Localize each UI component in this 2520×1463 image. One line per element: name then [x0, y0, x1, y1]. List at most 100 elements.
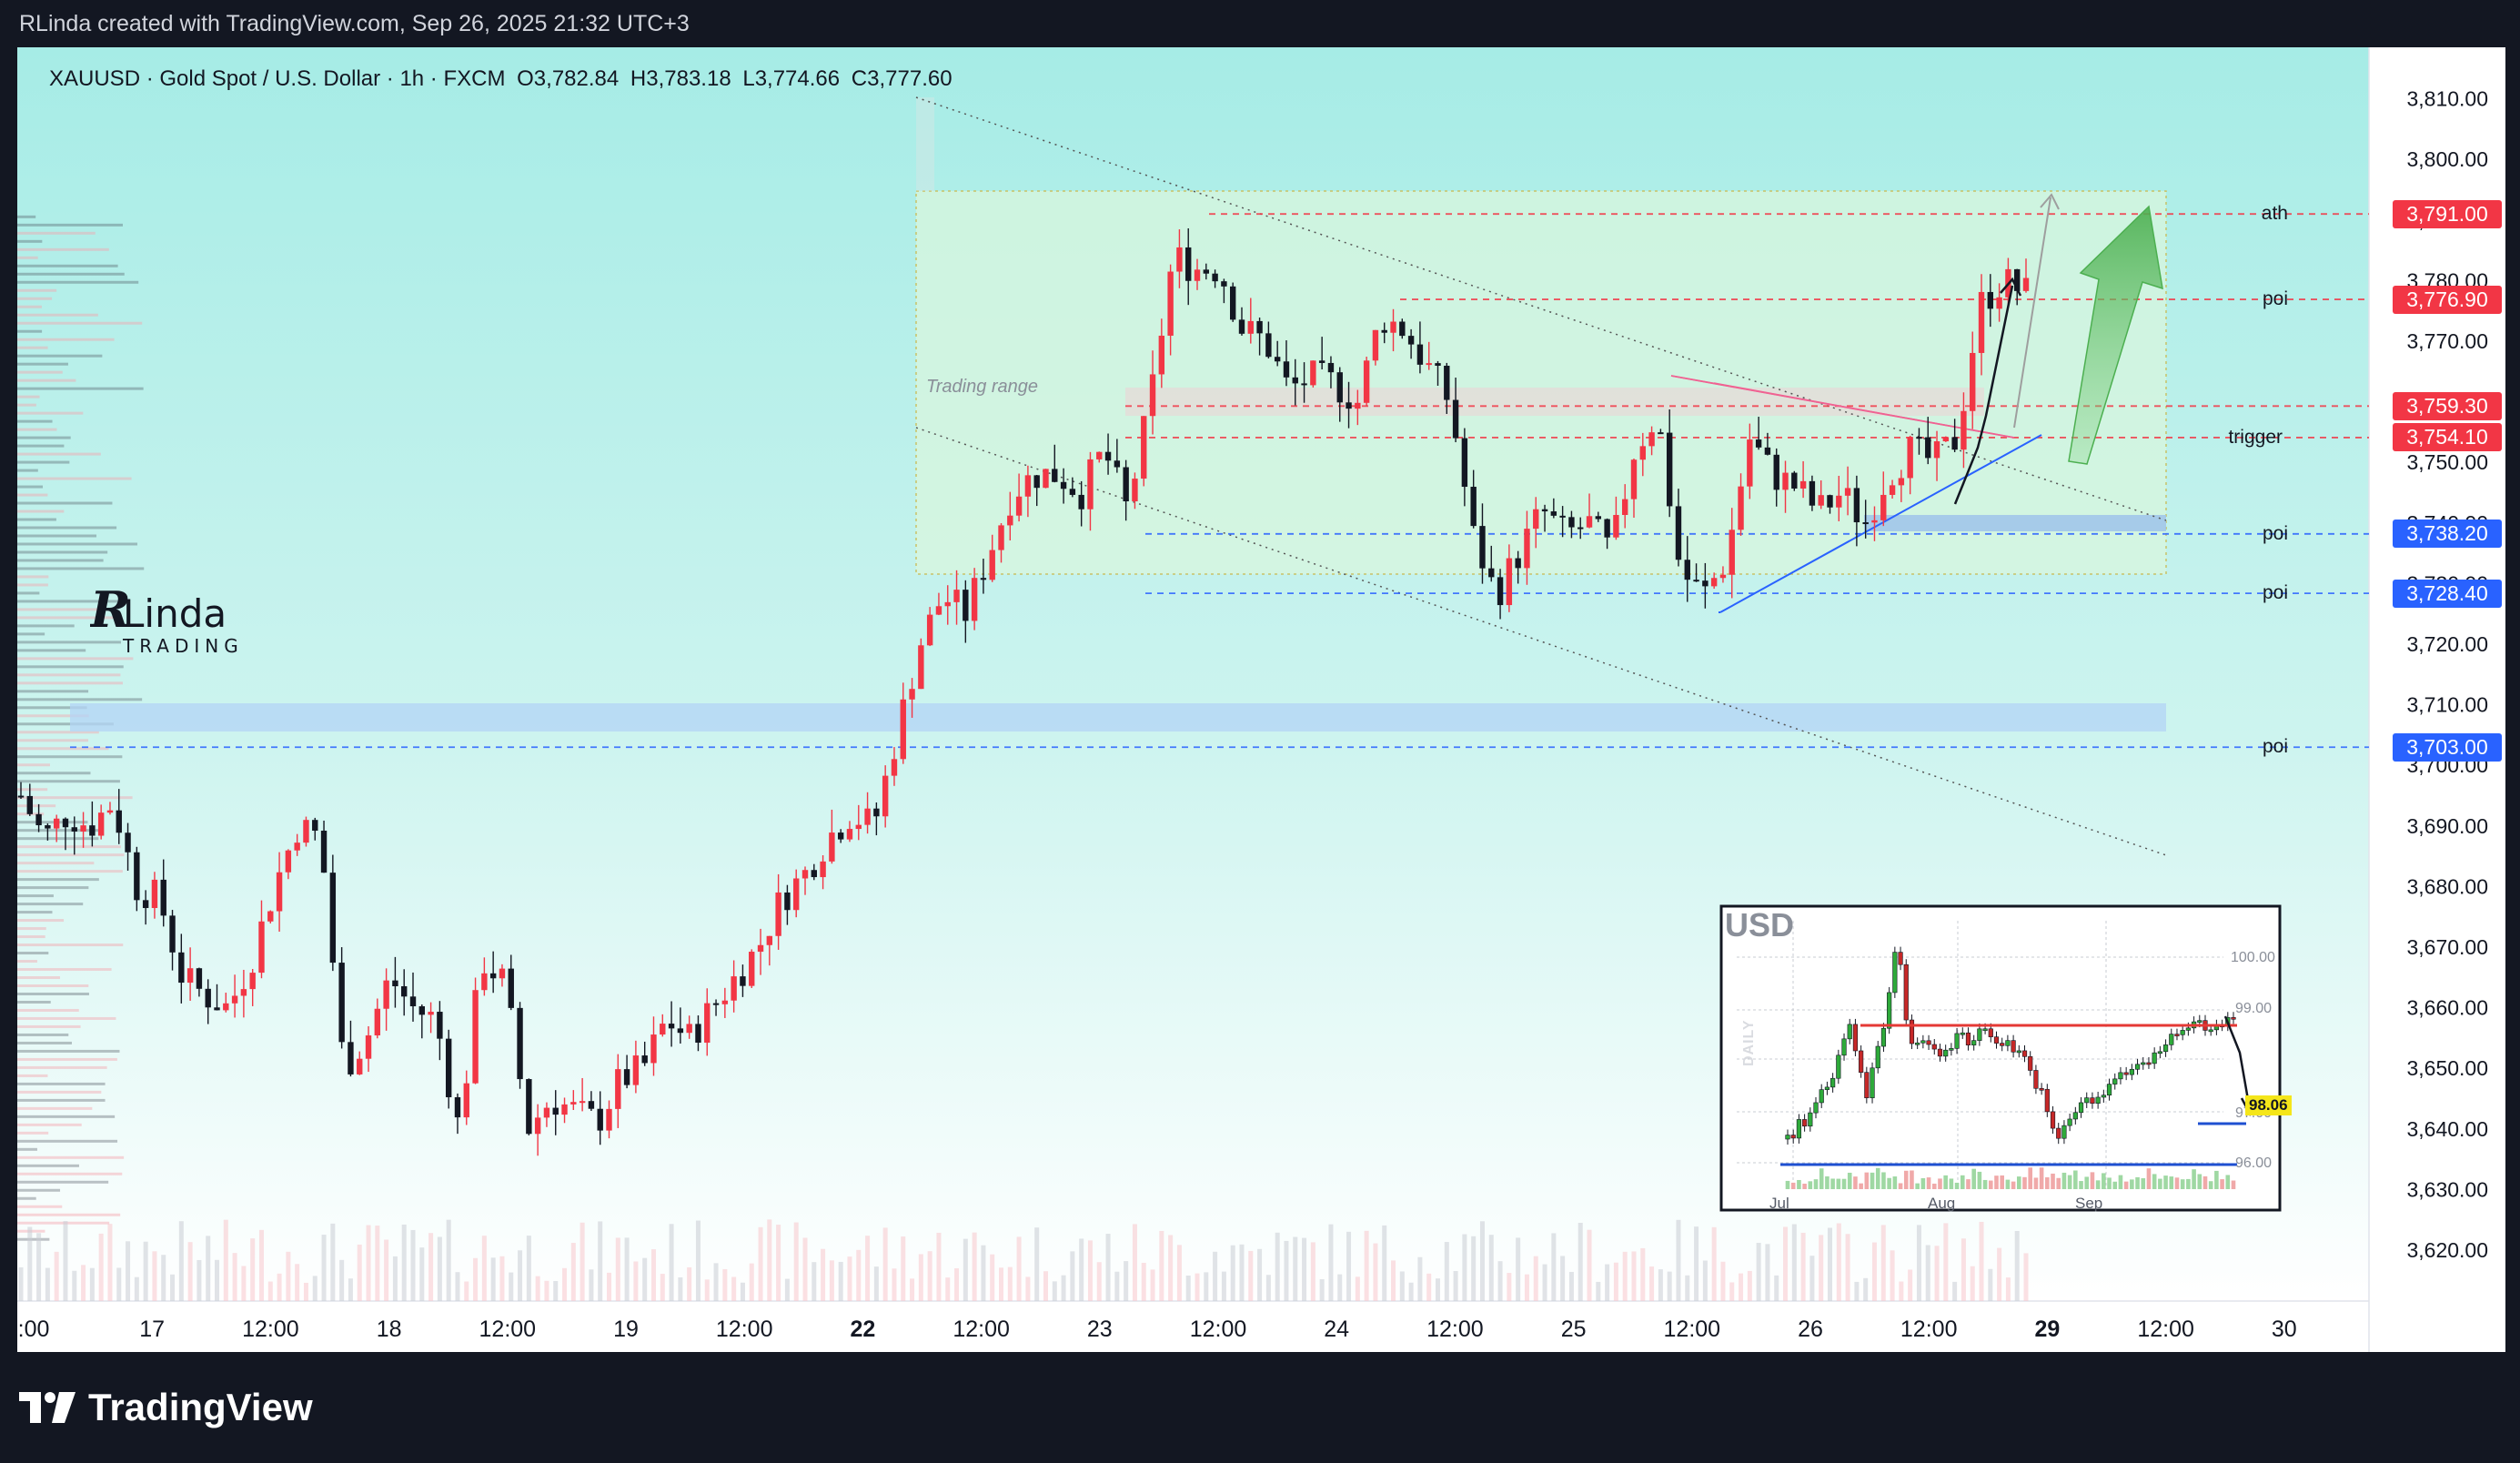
inset-volume-bar [2061, 1172, 2067, 1189]
candle-body [1167, 271, 1174, 336]
volume-profile-row [17, 952, 49, 955]
inset-candle-body [1937, 1048, 1943, 1057]
volume-profile-row [17, 452, 101, 456]
volume-profile-row [17, 215, 36, 218]
volume-bar [1658, 1269, 1663, 1301]
volume-profile-row [17, 264, 118, 267]
candle-body [677, 1028, 684, 1034]
volume-bar [901, 1236, 906, 1301]
chart-frame[interactable]: 3,810.003,800.003,790.003,780.003,770.00… [17, 47, 2505, 1352]
volume-bar [1952, 1281, 1958, 1301]
candle-body [481, 973, 488, 991]
candle-body [660, 1024, 666, 1035]
inset-candle-body [1875, 1045, 1880, 1069]
usd-inset-chart [1719, 904, 2282, 1212]
volume-bar [1667, 1271, 1672, 1301]
volume-bar [829, 1260, 834, 1301]
x-tick-label: 12:00 [715, 1317, 773, 1342]
volume-bar [1640, 1247, 1646, 1301]
inset-candle-body [1802, 1119, 1808, 1127]
candle-body [231, 995, 238, 1004]
inset-candle-body [1864, 1072, 1870, 1098]
candle-body [62, 818, 69, 828]
inset-volume-bar [2141, 1178, 2146, 1189]
volume-bar [143, 1241, 148, 1301]
volume-bar [1007, 1266, 1013, 1301]
volume-bar [1871, 1242, 1877, 1301]
candle-body [1488, 568, 1495, 578]
volume-bar [1765, 1244, 1770, 1301]
volume-bar [1720, 1261, 1726, 1301]
volume-profile-row [17, 681, 123, 685]
volume-profile-row [17, 493, 48, 497]
inset-candle-body [1931, 1044, 1937, 1050]
volume-bar [1096, 1262, 1102, 1301]
volume-bar [1497, 1261, 1503, 1301]
candle-body [1675, 506, 1682, 560]
volume-profile-row [17, 739, 89, 742]
candle-body [1622, 499, 1628, 515]
volume-profile-row [17, 845, 121, 849]
inset-candle-body [2197, 1020, 2202, 1023]
inset-candle-body [1790, 1135, 1796, 1139]
candle-body [1470, 487, 1477, 527]
candle-body [1043, 469, 1049, 489]
volume-bar [2023, 1253, 2029, 1301]
ohlc-low: L3,774.66 [742, 66, 841, 91]
volume-profile-row [17, 1049, 120, 1053]
candle-body [1407, 336, 1415, 345]
volume-profile-row [17, 542, 137, 546]
inset-candle-body [1926, 1040, 1931, 1045]
volume-bar [607, 1272, 612, 1301]
volume-bar [1373, 1243, 1378, 1301]
x-tick-label: 18 [376, 1317, 402, 1342]
volume-profile-row [17, 501, 113, 505]
inset-volume-bar [2000, 1175, 2004, 1189]
volume-profile-row [17, 1074, 48, 1077]
inset-volume-bar [1859, 1183, 1863, 1189]
volume-bar [1631, 1251, 1637, 1301]
volume-bar [713, 1263, 719, 1301]
price-chart[interactable]: 3,810.003,800.003,790.003,780.003,770.00… [17, 47, 2505, 1352]
volume-bar [330, 1223, 336, 1301]
inset-candle-body [1830, 1077, 1836, 1088]
inset-candle-body [1920, 1040, 1926, 1044]
volume-bar [1221, 1271, 1226, 1301]
x-tick-label: 19 [613, 1317, 639, 1342]
volume-profile-row [17, 321, 143, 325]
candle-body [650, 1034, 657, 1064]
candle-body [882, 775, 889, 817]
symbol-title: XAUUSD · Gold Spot / U.S. Dollar · 1h · … [49, 66, 506, 91]
volume-bar [1979, 1221, 1984, 1301]
candle-body [240, 989, 247, 996]
candle-body [891, 759, 898, 776]
volume-bar [321, 1235, 327, 1301]
volume-bar [776, 1225, 781, 1301]
candle-body [1907, 437, 1913, 479]
candle-body [1114, 460, 1121, 468]
volume-bar [1132, 1224, 1137, 1301]
candle-body [1648, 432, 1655, 447]
tradingview-logo[interactable]: TradingView [19, 1376, 313, 1439]
inset-candle-body [2152, 1052, 2157, 1064]
volume-bar [1399, 1271, 1405, 1301]
inset-candle-body [2011, 1040, 2016, 1053]
volume-profile-row [17, 1155, 125, 1159]
inset-candle-body [1949, 1048, 1954, 1051]
volume-bar [1310, 1242, 1315, 1301]
candle-body [864, 808, 871, 825]
inset-candle-body [1819, 1089, 1824, 1104]
ohlc-close: C3,777.60 [851, 66, 953, 91]
inset-volume-bar [1785, 1180, 1790, 1189]
inset-candle-body [1859, 1050, 1864, 1073]
inset-volume-bar [1920, 1178, 1926, 1189]
volume-bar [882, 1227, 888, 1301]
volume-bar [428, 1233, 434, 1301]
volume-bar [392, 1256, 398, 1301]
volume-bar [1034, 1227, 1040, 1301]
volume-profile-row [17, 387, 144, 390]
volume-profile-row [17, 1024, 81, 1028]
volume-bar [936, 1232, 942, 1301]
inset-volume-bar [1836, 1178, 1841, 1189]
candle-body [918, 645, 924, 690]
